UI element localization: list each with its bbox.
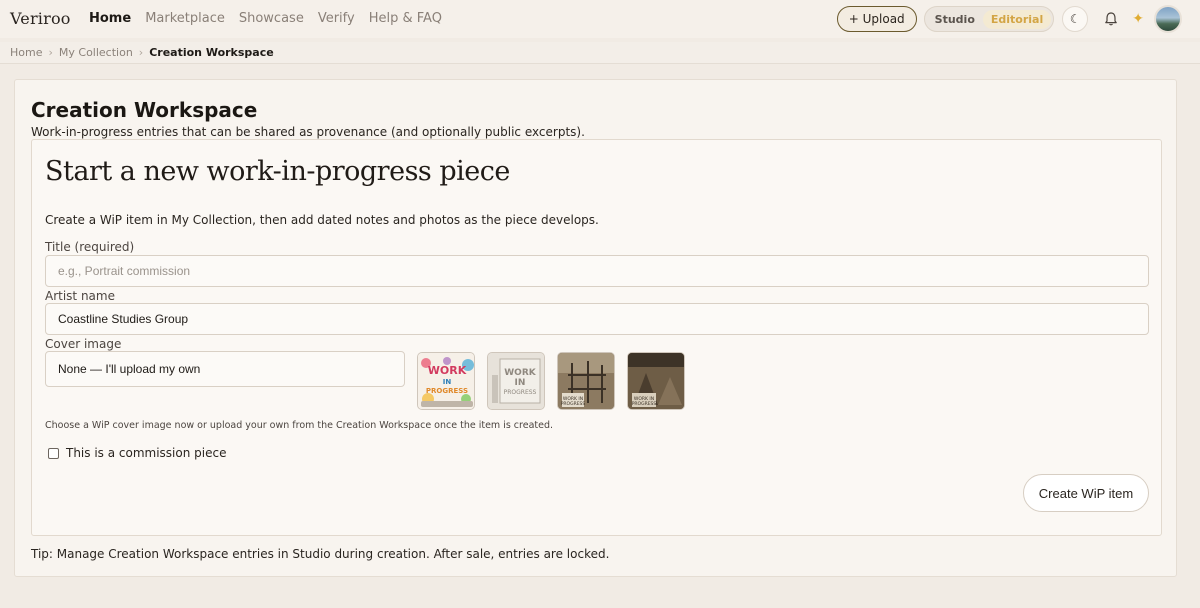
title-label: Title (required) [45,240,135,254]
cover-thumb-text: IN [443,378,452,386]
app-logo[interactable]: Veriroo [10,9,71,28]
cover-thumb-text: PROGRESS [426,387,468,395]
commission-row: This is a commission piece [48,446,226,460]
nav-home[interactable]: Home [89,11,131,26]
cover-label: Cover image [45,337,122,351]
title-input[interactable]: e.g., Portrait commission [45,255,1149,287]
cover-thumb-text: PROGRESS [561,401,586,407]
upload-button[interactable]: + Upload [836,6,917,32]
cover-thumb-text: WORK [428,364,467,377]
create-wip-button[interactable]: Create WiP item [1023,474,1149,512]
main-nav: Home Marketplace Showcase Verify Help & … [89,11,442,26]
cover-select[interactable]: None — I'll upload my own [45,351,405,387]
breadcrumb-separator: › [48,46,53,59]
artist-input[interactable]: Coastline Studies Group [45,303,1149,335]
bell-icon[interactable] [1102,10,1120,28]
cover-thumb-sepia-scaffold[interactable]: WORK IN PROGRESS [557,352,615,410]
nav-verify[interactable]: Verify [318,11,355,26]
page-title: Creation Workspace [31,98,258,122]
nav-marketplace[interactable]: Marketplace [145,11,225,26]
header-tools: + Upload Studio Editorial ☾ ✦ [836,5,1182,33]
breadcrumb-separator: › [138,46,144,59]
mode-studio[interactable]: Studio [927,10,983,29]
cover-thumb-text: PROGRESS [632,401,657,407]
workspace-card: Creation Workspace Work-in-progress entr… [14,79,1177,577]
form-heading: Start a new work-in-progress piece [45,156,510,187]
form-description: Create a WiP item in My Collection, then… [45,213,599,227]
cover-thumb-text: IN [515,378,526,388]
cover-thumb-gray[interactable]: WORK IN PROGRESS [487,352,545,410]
breadcrumb: Home › My Collection › Creation Workspac… [0,42,1200,64]
breadcrumb-my-collection[interactable]: My Collection [59,46,133,59]
cover-thumb-colorful[interactable]: WORK IN PROGRESS [417,352,475,410]
nav-help-faq[interactable]: Help & FAQ [369,11,442,26]
commission-checkbox[interactable] [48,447,59,459]
cover-thumb-sepia-site[interactable]: WORK IN PROGRESS [627,352,685,410]
avatar[interactable] [1154,5,1182,33]
commission-label[interactable]: This is a commission piece [66,446,226,460]
cover-thumb-text: PROGRESS [504,389,537,396]
sparkle-icon[interactable]: ✦ [1132,11,1144,27]
artist-label: Artist name [45,289,115,303]
new-wip-form: Start a new work-in-progress piece Creat… [31,139,1162,536]
tip-text: Tip: Manage Creation Workspace entries i… [31,547,610,561]
cover-thumb-text: WORK [504,368,537,378]
top-navbar: Veriroo Home Marketplace Showcase Verify… [0,0,1200,38]
breadcrumb-current: Creation Workspace [149,46,274,59]
mode-editorial[interactable]: Editorial [982,9,1052,29]
moon-icon[interactable]: ☾ [1062,6,1089,32]
nav-showcase[interactable]: Showcase [239,11,304,26]
page-subtitle: Work-in-progress entries that can be sha… [31,125,585,139]
cover-hint: Choose a WiP cover image now or upload y… [45,420,554,431]
mode-toggle[interactable]: Studio Editorial [923,6,1055,32]
breadcrumb-home[interactable]: Home [10,46,42,59]
